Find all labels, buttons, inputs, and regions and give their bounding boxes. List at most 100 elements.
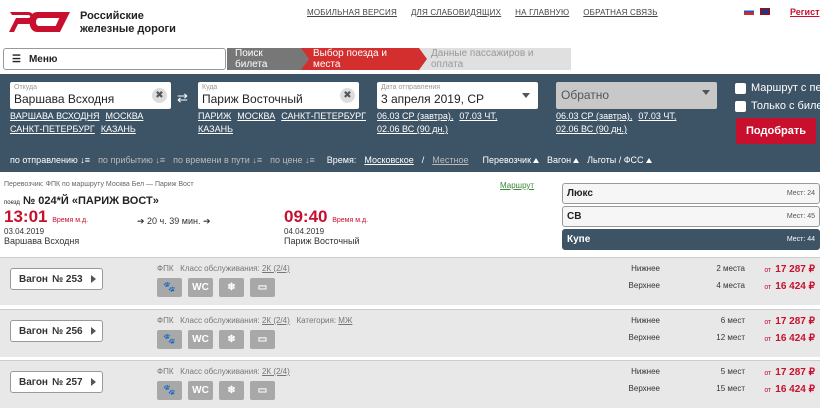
play-icon [90, 275, 96, 283]
arrival-block: 09:40 Время м.д. 04.04.2019 Париж Восточ… [284, 207, 369, 246]
return-quick-links: 06.03 СР (завтра), 07.03 ЧТ, 02.06 ВС (90… [556, 110, 726, 136]
swap-icon[interactable]: ⇄ [177, 90, 188, 106]
from-field[interactable]: Откуда Варшава Всходня ✖ [10, 82, 171, 109]
seat-type: Нижнее [631, 316, 660, 325]
mobile-version-link[interactable]: МОБИЛЬНАЯ ВЕРСИЯ [307, 8, 397, 17]
train-number: поезд № 024*Й «ПАРИЖ ВОСТ» [4, 195, 159, 207]
chevron-down-icon[interactable] [702, 90, 710, 95]
class-kupe[interactable]: Купе Мест: 44 [562, 229, 820, 250]
linen-icon: ▭ [250, 381, 275, 400]
seat-price: от 16 424 ₽ [764, 384, 815, 395]
accessibility-link[interactable]: ДЛЯ СЛАБОВИДЯЩИХ [411, 8, 501, 17]
sort-by-departure[interactable]: по отправлению ↓≡ [10, 155, 90, 165]
seat-row[interactable]: Верхнее 12 мест от 16 424 ₽ [600, 333, 815, 344]
from-label: Откуда [14, 84, 38, 91]
benefits-filter[interactable]: Льготы / ФСС [587, 155, 652, 165]
route-with-transfer-checkbox[interactable]: Маршрут с пер [735, 82, 820, 94]
seat-row[interactable]: Нижнее 2 места от 17 287 ₽ [600, 264, 815, 275]
wagon-amenities: 🐾 WC ❄ ▭ [157, 381, 275, 400]
time-moscow[interactable]: Московское [364, 155, 413, 165]
to-field[interactable]: Куда Париж Восточный ✖ [198, 82, 359, 109]
seat-count: 15 мест [716, 384, 745, 393]
quick-link[interactable]: САНКТ-ПЕТЕРБУРГ [10, 124, 95, 134]
date-label: Дата отправления [381, 84, 441, 91]
arrival-time: 09:40 [284, 207, 328, 226]
top-links: МОБИЛЬНАЯ ВЕРСИЯ ДЛЯ СЛАБОВИДЯЩИХ НА ГЛАВН… [307, 8, 672, 17]
class-lux[interactable]: Люкс Мест: 24 [562, 183, 820, 204]
return-date-field[interactable]: Обратно [556, 82, 717, 109]
wagon-amenities: 🐾 WC ❄ ▭ [157, 330, 275, 349]
date-field[interactable]: Дата отправления 3 апреля 2019, СР [377, 82, 538, 109]
from-value: Варшава Всходня [14, 92, 115, 106]
wagon-button[interactable]: Вагон № 253 [10, 268, 103, 290]
seat-row[interactable]: Нижнее 5 мест от 17 287 ₽ [600, 367, 815, 378]
to-quick-links: ПАРИЖ МОСКВА САНКТ-ПЕТЕРБУРГ КАЗАНЬ [198, 110, 373, 136]
wagon-amenities: 🐾 WC ❄ ▭ [157, 278, 275, 297]
seat-count: 6 мест [720, 316, 745, 325]
only-with-tickets-checkbox[interactable]: Только с билет [735, 100, 820, 112]
wagon-info: ФПК Класс обслуживания: 2К (2/4) Категор… [157, 316, 353, 325]
brand-name: Российские железные дороги [80, 10, 176, 35]
seat-count: 2 места [716, 264, 745, 273]
wc-icon: WC [188, 381, 213, 400]
home-link[interactable]: НА ГЛАВНУЮ [515, 8, 569, 17]
wagon-button[interactable]: Вагон № 257 [10, 371, 103, 393]
sort-bar: по отправлению ↓≡ по прибытию ↓≡ по врем… [10, 155, 652, 165]
wagon-info: ФПК Класс обслуживания: 2К (2/4) [157, 367, 290, 376]
animal-icon: 🐾 [157, 381, 182, 400]
seat-price: от 17 287 ₽ [764, 367, 815, 378]
menu-button[interactable]: ☰ Меню [3, 48, 226, 70]
quick-link[interactable]: 02.06 ВС (90 дн.) [377, 124, 448, 134]
seat-row[interactable]: Верхнее 15 мест от 16 424 ₽ [600, 384, 815, 395]
ru-flag-icon[interactable] [744, 8, 754, 15]
quick-link[interactable]: ВАРШАВА ВСХОДНЯ [10, 111, 99, 121]
arrival-station: Париж Восточный [284, 236, 360, 246]
class-sv[interactable]: СВ Мест: 45 [562, 206, 820, 227]
seat-count: 4 места [716, 281, 745, 290]
wc-icon: WC [188, 278, 213, 297]
seat-row[interactable]: Верхнее 4 места от 16 424 ₽ [600, 281, 815, 292]
hamburger-icon: ☰ [12, 53, 21, 65]
quick-link[interactable]: ПАРИЖ [198, 111, 231, 121]
sort-icon: ↓≡ [80, 155, 91, 165]
find-button[interactable]: Подобрать [736, 118, 816, 144]
route-link[interactable]: Маршрут [500, 181, 534, 190]
sort-by-travel-time[interactable]: по времени в пути ↓≡ [173, 155, 262, 165]
sort-by-arrival[interactable]: по прибытию ↓≡ [98, 155, 165, 165]
seat-price: от 17 287 ₽ [764, 316, 815, 327]
uk-flag-icon[interactable] [760, 8, 770, 15]
from-quick-links: ВАРШАВА ВСХОДНЯ МОСКВА САНКТ-ПЕТЕРБУРГ КАЗ… [10, 110, 175, 136]
to-label: Куда [202, 84, 218, 91]
wagon-filter[interactable]: Вагон [547, 155, 580, 165]
quick-link[interactable]: КАЗАНЬ [198, 124, 233, 134]
clear-from-icon[interactable]: ✖ [152, 88, 167, 103]
wagon-info: ФПК Класс обслуживания: 2К (2/4) [157, 264, 290, 273]
wagon-button[interactable]: Вагон № 256 [10, 320, 103, 342]
quick-link[interactable]: КАЗАНЬ [101, 124, 136, 134]
carrier-filter[interactable]: Перевозчик [482, 155, 540, 165]
quick-link[interactable]: 06.03 СР (завтра), [377, 111, 453, 121]
wc-icon: WC [188, 330, 213, 349]
language-flags [744, 8, 770, 15]
animal-icon: 🐾 [157, 278, 182, 297]
step-search[interactable]: Поиск билета [227, 48, 309, 70]
travel-duration: ➔ 20 ч. 39 мин. ➔ [137, 216, 211, 226]
sort-by-price[interactable]: по цене ↓≡ [270, 155, 315, 165]
quick-link[interactable]: МОСКВА [105, 111, 143, 121]
quick-link[interactable]: 02.06 ВС (90 дн.) [556, 124, 627, 134]
quick-link[interactable]: МОСКВА [237, 111, 275, 121]
feedback-link[interactable]: ОБРАТНАЯ СВЯЗЬ [583, 8, 658, 17]
register-link[interactable]: Регист [790, 7, 819, 17]
rzd-logo[interactable] [6, 8, 74, 34]
time-local[interactable]: Местное [432, 155, 468, 165]
chevron-down-icon[interactable] [522, 93, 530, 98]
clear-to-icon[interactable]: ✖ [340, 88, 355, 103]
seat-row[interactable]: Нижнее 6 мест от 17 287 ₽ [600, 316, 815, 327]
seat-type: Верхнее [628, 281, 660, 290]
quick-link[interactable]: 07.03 ЧТ, [459, 111, 497, 121]
quick-link[interactable]: САНКТ-ПЕТЕРБУРГ [281, 111, 366, 121]
menu-label: Меню [28, 53, 58, 65]
quick-link[interactable]: 06.03 СР (завтра), [556, 111, 632, 121]
animal-icon: 🐾 [157, 330, 182, 349]
quick-link[interactable]: 07.03 ЧТ, [638, 111, 676, 121]
